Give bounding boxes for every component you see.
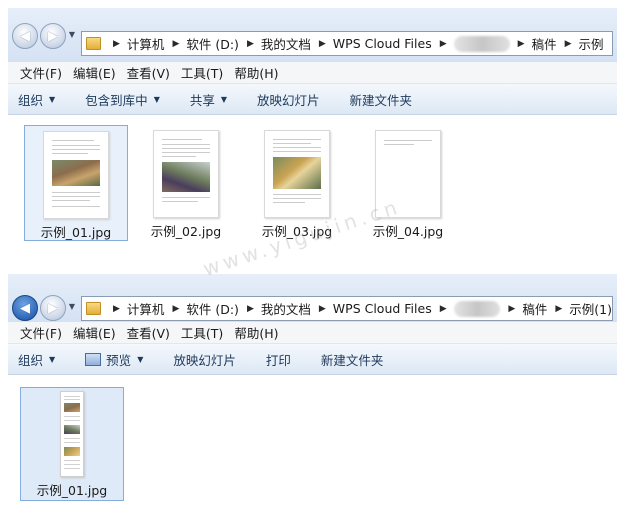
slideshow-label: 放映幻灯片 <box>173 352 236 368</box>
menu-edit[interactable]: 编辑(E) <box>73 63 116 82</box>
folder-icon <box>86 302 101 315</box>
chevron-down-icon: ▼ <box>49 94 56 104</box>
include-in-library-button[interactable]: 包含到库中 ▼ <box>85 90 160 109</box>
menu-file[interactable]: 文件(F) <box>20 63 62 82</box>
new-folder-label: 新建文件夹 <box>320 352 384 368</box>
print-button[interactable]: 打印 <box>266 350 291 369</box>
breadcrumb-computer[interactable]: 计算机 <box>127 299 165 318</box>
slideshow-label: 放映幻灯片 <box>257 92 320 108</box>
image-thumbnail <box>43 131 109 219</box>
share-label: 共享 <box>189 92 215 108</box>
new-folder-button[interactable]: 新建文件夹 <box>350 90 413 109</box>
breadcrumb-separator-icon[interactable]: ▶ <box>247 304 254 314</box>
breadcrumb-example-1[interactable]: 示例(1) <box>569 299 612 318</box>
breadcrumb-wps-cloud[interactable]: WPS Cloud Files <box>333 36 432 51</box>
menu-bar: 文件(F) 编辑(E) 查看(V) 工具(T) 帮助(H) <box>8 322 617 344</box>
new-folder-button[interactable]: 新建文件夹 <box>321 350 384 369</box>
new-folder-label: 新建文件夹 <box>349 92 413 108</box>
explorer-window-2: ◀ ▶ ▼ ▶ 计算机 ▶ 软件 (D:) ▶ 我的文档 ▶ WPS Cloud… <box>8 274 617 518</box>
breadcrumb-separator-icon[interactable]: ▶ <box>113 304 120 314</box>
image-thumbnail <box>264 130 330 218</box>
chevron-down-icon: ▼ <box>49 354 56 364</box>
folder-icon <box>86 37 101 50</box>
breadcrumb-drive[interactable]: 软件 (D:) <box>186 299 239 318</box>
breadcrumb-separator-icon[interactable]: ▶ <box>440 304 447 314</box>
navigation-bar: ◀ ▶ ▼ ▶ 计算机 ▶ 软件 (D:) ▶ 我的文档 ▶ WPS Cloud… <box>8 8 617 62</box>
breadcrumb-separator-icon[interactable]: ▶ <box>555 304 562 314</box>
file-name: 示例_01.jpg <box>36 483 108 498</box>
print-label: 打印 <box>265 352 291 368</box>
breadcrumb-redacted[interactable] <box>453 300 501 317</box>
organize-label: 组织 <box>18 92 44 108</box>
chevron-down-icon: ▼ <box>153 94 160 104</box>
share-button[interactable]: 共享 ▼ <box>190 90 227 109</box>
breadcrumb-wps-cloud[interactable]: WPS Cloud Files <box>333 301 432 316</box>
file-name: 示例_01.jpg <box>40 225 112 240</box>
breadcrumb-documents[interactable]: 我的文档 <box>261 34 311 53</box>
menu-bar: 文件(F) 编辑(E) 查看(V) 工具(T) 帮助(H) <box>8 62 617 84</box>
breadcrumb-documents[interactable]: 我的文档 <box>261 299 311 318</box>
organize-label: 组织 <box>18 352 44 368</box>
forward-arrow-icon: ▶ <box>48 28 58 44</box>
back-button[interactable]: ◀ <box>12 295 38 321</box>
file-item[interactable]: 示例_01.jpg <box>20 387 124 501</box>
menu-file[interactable]: 文件(F) <box>20 323 62 342</box>
breadcrumb-drive[interactable]: 软件 (D:) <box>186 34 239 53</box>
forward-button[interactable]: ▶ <box>40 295 66 321</box>
breadcrumb-separator-icon[interactable]: ▶ <box>518 39 525 49</box>
breadcrumb-separator-icon[interactable]: ▶ <box>113 39 120 49</box>
slideshow-button[interactable]: 放映幻灯片 <box>257 90 320 109</box>
menu-help[interactable]: 帮助(H) <box>234 323 278 342</box>
address-bar[interactable]: ▶ 计算机 ▶ 软件 (D:) ▶ 我的文档 ▶ WPS Cloud Files… <box>81 31 613 56</box>
forward-button[interactable]: ▶ <box>40 23 66 49</box>
breadcrumb-separator-icon[interactable]: ▶ <box>172 304 179 314</box>
preview-pane-icon <box>85 352 102 366</box>
back-button[interactable]: ◀ <box>12 23 38 49</box>
menu-view[interactable]: 查看(V) <box>127 323 170 342</box>
file-name: 示例_02.jpg <box>150 224 222 239</box>
breadcrumb-separator-icon[interactable]: ▶ <box>440 39 447 49</box>
image-thumbnail <box>60 391 84 477</box>
file-item[interactable]: 示例_01.jpg <box>24 125 128 241</box>
navigation-bar: ◀ ▶ ▼ ▶ 计算机 ▶ 软件 (D:) ▶ 我的文档 ▶ WPS Cloud… <box>8 274 617 322</box>
forward-arrow-icon: ▶ <box>48 300 58 316</box>
breadcrumb-separator-icon[interactable]: ▶ <box>508 304 515 314</box>
breadcrumb-separator-icon[interactable]: ▶ <box>247 39 254 49</box>
organize-button[interactable]: 组织 ▼ <box>18 90 55 109</box>
preview-label: 预览 <box>106 352 132 368</box>
address-bar[interactable]: ▶ 计算机 ▶ 软件 (D:) ▶ 我的文档 ▶ WPS Cloud Files… <box>81 296 613 321</box>
breadcrumb-separator-icon[interactable]: ▶ <box>172 39 179 49</box>
menu-tools[interactable]: 工具(T) <box>181 63 223 82</box>
back-arrow-icon: ◀ <box>20 300 30 316</box>
preview-button[interactable]: 预览 ▼ <box>85 350 143 369</box>
breadcrumb-manuscripts[interactable]: 稿件 <box>532 34 557 53</box>
menu-edit[interactable]: 编辑(E) <box>73 323 116 342</box>
menu-help[interactable]: 帮助(H) <box>234 63 278 82</box>
file-item[interactable]: 示例_02.jpg <box>135 125 237 239</box>
menu-tools[interactable]: 工具(T) <box>181 323 223 342</box>
breadcrumb-example[interactable]: 示例 <box>579 34 604 53</box>
breadcrumb-separator-icon[interactable]: ▶ <box>565 39 572 49</box>
chevron-down-icon: ▼ <box>137 354 144 364</box>
breadcrumb-redacted[interactable] <box>453 35 510 52</box>
recent-pages-dropdown[interactable]: ▼ <box>67 30 77 39</box>
slideshow-button[interactable]: 放映幻灯片 <box>173 350 236 369</box>
command-bar: 组织 ▼ 包含到库中 ▼ 共享 ▼ 放映幻灯片 新建文件夹 <box>8 84 617 115</box>
menu-view[interactable]: 查看(V) <box>127 63 170 82</box>
chevron-down-icon: ▼ <box>220 94 228 104</box>
include-in-library-label: 包含到库中 <box>85 92 148 108</box>
back-arrow-icon: ◀ <box>20 28 30 44</box>
breadcrumb-manuscripts[interactable]: 稿件 <box>522 299 547 318</box>
organize-button[interactable]: 组织 ▼ <box>18 350 55 369</box>
breadcrumb-separator-icon[interactable]: ▶ <box>319 304 326 314</box>
breadcrumb-computer[interactable]: 计算机 <box>127 34 165 53</box>
breadcrumb-separator-icon[interactable]: ▶ <box>319 39 326 49</box>
command-bar: 组织 ▼ 预览 ▼ 放映幻灯片 打印 新建文件夹 <box>8 344 617 375</box>
image-thumbnail <box>153 130 219 218</box>
recent-pages-dropdown[interactable]: ▼ <box>67 302 77 311</box>
